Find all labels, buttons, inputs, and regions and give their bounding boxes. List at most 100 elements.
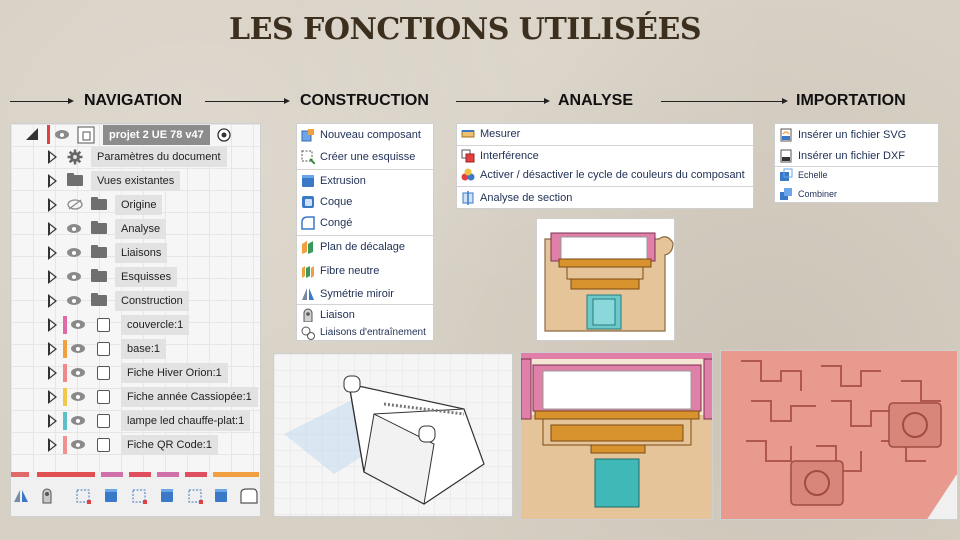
activate-radio-icon[interactable]	[217, 128, 231, 142]
expand-icon[interactable]	[48, 318, 57, 332]
offset-plane-icon	[302, 241, 313, 254]
expand-icon[interactable]	[48, 198, 57, 212]
tree-row-origin[interactable]: Origine	[11, 194, 260, 216]
component-color-bar	[63, 412, 67, 430]
arrow-navigation	[10, 98, 74, 104]
tree-label: Vues existantes	[91, 171, 181, 191]
tree-label: Fiche Hiver Orion:1	[121, 363, 228, 383]
tree-row-component[interactable]: couvercle:1	[11, 314, 260, 336]
section-analysis-icon	[462, 191, 474, 205]
sketch-icon[interactable]	[75, 488, 91, 504]
folder-icon	[67, 173, 83, 186]
timeline-color-block	[101, 472, 123, 477]
joint-icon[interactable]	[39, 488, 55, 504]
component-color-bar	[63, 316, 67, 334]
browser-tree-panel: projet 2 UE 78 v47 Paramètres du documen…	[10, 123, 261, 517]
component-color-bar	[63, 340, 67, 358]
timeline-color-block	[129, 472, 151, 477]
analyse-menu-panel: Mesurer Interférence Activer / désactive…	[456, 123, 754, 209]
arrow-importation	[661, 98, 788, 104]
midplane-icon	[302, 266, 314, 278]
expand-icon[interactable]	[48, 294, 57, 308]
measure-icon	[461, 130, 475, 138]
tree-row-document-settings[interactable]: Paramètres du document	[11, 146, 260, 168]
timeline-color-block	[11, 472, 29, 477]
scale-icon	[780, 168, 793, 181]
visibility-eye-icon[interactable]	[67, 272, 81, 281]
tree-row-component[interactable]: Fiche Hiver Orion:1	[11, 362, 260, 384]
box-3d-model-image	[273, 353, 513, 517]
fillet-icon[interactable]	[239, 488, 259, 504]
tree-row-construction[interactable]: Construction	[11, 290, 260, 312]
arrow-construction	[205, 98, 290, 104]
visibility-eye-icon[interactable]	[71, 392, 85, 401]
expand-icon[interactable]	[48, 390, 57, 404]
mirror-icon	[302, 288, 314, 300]
component-icon	[97, 414, 110, 428]
tree-label: couvercle:1	[121, 315, 190, 335]
mirror-icon[interactable]	[13, 488, 29, 504]
expand-icon[interactable]	[48, 366, 57, 380]
expand-icon[interactable]	[48, 222, 57, 236]
visibility-eye-icon[interactable]	[67, 224, 81, 233]
timeline-color-block	[185, 472, 207, 477]
tree-row-component[interactable]: lampe led chauffe-plat:1	[11, 410, 260, 432]
visibility-eye-icon[interactable]	[71, 368, 85, 377]
shell-icon	[302, 196, 314, 208]
extrude-icon[interactable]	[159, 488, 175, 504]
expand-icon[interactable]	[48, 438, 57, 452]
sketch-icon[interactable]	[187, 488, 203, 504]
import-menu-panel: Insérer un fichier SVG Insérer un fichie…	[774, 123, 939, 203]
expand-icon[interactable]	[48, 246, 57, 260]
visibility-eye-icon[interactable]	[67, 248, 81, 257]
tree-row-named-views[interactable]: Vues existantes	[11, 170, 260, 192]
expand-icon[interactable]	[48, 174, 57, 188]
joint-icon	[303, 308, 313, 322]
component-color-bar	[63, 436, 67, 454]
document-icon	[77, 126, 95, 144]
tree-row-sketches[interactable]: Esquisses	[11, 266, 260, 288]
tree-row-component[interactable]: base:1	[11, 338, 260, 360]
svg-file-icon	[780, 128, 792, 142]
collapse-icon[interactable]	[25, 127, 39, 141]
tree-row-component[interactable]: Fiche QR Code:1	[11, 434, 260, 456]
visibility-eye-icon[interactable]	[67, 296, 81, 305]
visibility-eye-icon[interactable]	[71, 320, 85, 329]
tree-label: Analyse	[115, 219, 167, 239]
expand-icon[interactable]	[48, 150, 57, 164]
component-color-bar	[63, 388, 67, 406]
sketch-icon[interactable]	[131, 488, 147, 504]
component-icon	[97, 390, 110, 404]
tree-row-component[interactable]: Fiche année Cassiopée:1	[11, 386, 260, 408]
component-icon	[97, 438, 110, 452]
menu-divider	[297, 304, 433, 305]
arrow-analyse	[456, 98, 550, 104]
folder-icon	[91, 269, 107, 282]
tree-label: base:1	[121, 339, 167, 359]
active-marker	[47, 125, 50, 144]
interference-icon	[461, 149, 475, 163]
component-icon	[97, 366, 110, 380]
tree-row-joints[interactable]: Liaisons	[11, 242, 260, 264]
extrude-icon[interactable]	[213, 488, 229, 504]
visibility-eye-icon[interactable]	[71, 416, 85, 425]
hidden-eye-icon[interactable]	[67, 199, 83, 210]
visibility-eye-icon[interactable]	[71, 440, 85, 449]
timeline-color-block	[37, 472, 95, 477]
component-icon	[97, 318, 110, 332]
page-title: LES FONCTIONS UTILISÉES	[228, 12, 702, 47]
qr-code-relief-image	[720, 350, 958, 520]
tree-row-analysis[interactable]: Analyse	[11, 218, 260, 240]
tree-label: Paramètres du document	[91, 147, 227, 167]
visibility-eye-icon[interactable]	[71, 344, 85, 353]
gear-icon	[67, 149, 83, 165]
expand-icon[interactable]	[48, 342, 57, 356]
browser-root-row[interactable]: projet 2 UE 78 v47	[11, 124, 260, 146]
extrude-icon[interactable]	[103, 488, 119, 504]
expand-icon[interactable]	[48, 414, 57, 428]
folder-icon	[91, 197, 107, 210]
timeline-color-block	[157, 472, 179, 477]
expand-icon[interactable]	[48, 270, 57, 284]
visibility-eye-icon[interactable]	[55, 130, 69, 139]
tree-label: Origine	[115, 195, 163, 215]
